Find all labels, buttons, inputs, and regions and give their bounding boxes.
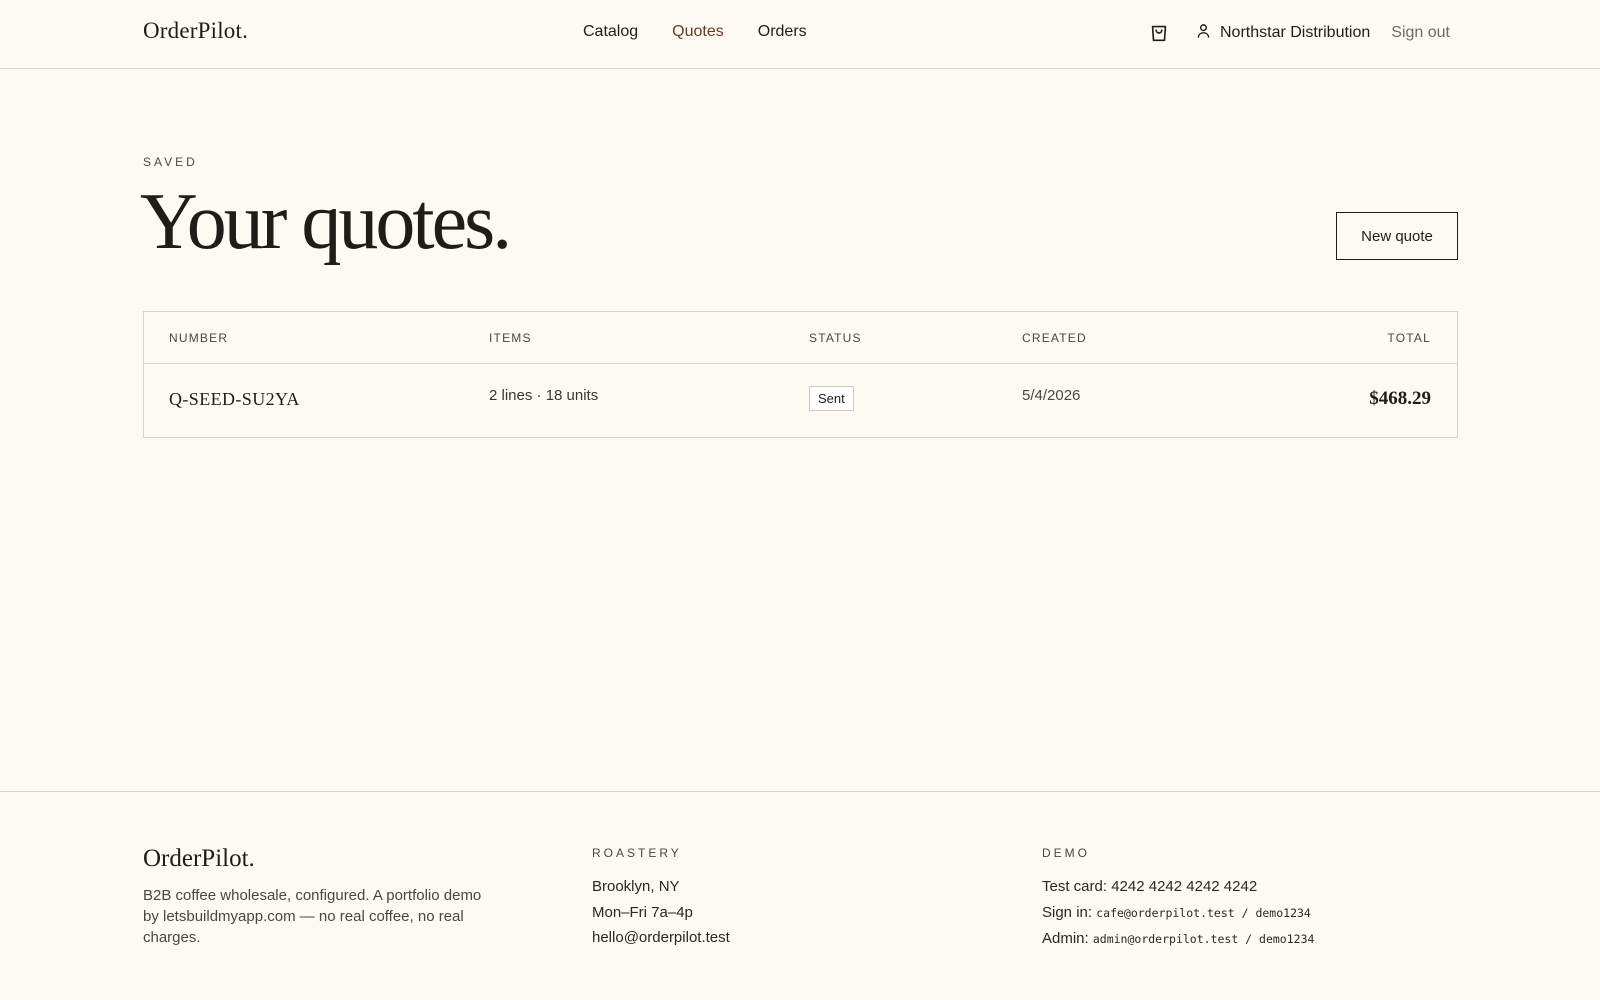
- status-badge: Sent: [809, 386, 854, 411]
- site-header: OrderPilot. Catalog Quotes Orders Norths…: [0, 0, 1600, 69]
- shopping-bag-icon[interactable]: [1148, 22, 1170, 44]
- demo-sign-in: Sign in: cafe@orderpilot.test / demo1234: [1042, 900, 1314, 927]
- page-title: Your quotes.: [140, 178, 512, 266]
- account-menu[interactable]: Northstar Distribution: [1196, 23, 1370, 43]
- column-header-number: NUMBER: [169, 331, 229, 345]
- quote-number[interactable]: Q-SEED-SU2YA: [169, 389, 300, 410]
- roastery-email[interactable]: hello@orderpilot.test: [592, 925, 730, 951]
- column-header-items: ITEMS: [489, 331, 532, 345]
- column-header-status: STATUS: [809, 331, 862, 345]
- footer-roastery: ROASTERY Brooklyn, NY Mon–Fri 7a–4p hell…: [592, 846, 730, 951]
- footer-tagline: B2B coffee wholesale, configured. A port…: [143, 887, 482, 946]
- footer-demo: DEMO Test card: 4242 4242 4242 4242 Sign…: [1042, 846, 1314, 953]
- column-header-created: CREATED: [1022, 331, 1087, 345]
- footer-brand: OrderPilot.: [143, 845, 255, 872]
- brand-logo[interactable]: OrderPilot.: [143, 18, 248, 44]
- demo-test-card: Test card: 4242 4242 4242 4242: [1042, 878, 1258, 895]
- demo-admin-label: Admin:: [1042, 930, 1089, 947]
- sign-out-link[interactable]: Sign out: [1391, 24, 1450, 42]
- account-name: Northstar Distribution: [1220, 24, 1371, 41]
- nav-catalog[interactable]: Catalog: [583, 23, 638, 41]
- quote-total: $468.29: [1369, 388, 1431, 409]
- new-quote-button[interactable]: New quote: [1336, 212, 1458, 260]
- user-icon: [1196, 23, 1211, 43]
- column-header-total: TOTAL: [1387, 331, 1431, 345]
- quote-items: 2 lines · 18 units: [489, 387, 599, 404]
- table-header: NUMBER ITEMS STATUS CREATED TOTAL: [144, 312, 1457, 364]
- demo-heading: DEMO: [1042, 846, 1090, 860]
- roastery-heading: ROASTERY: [592, 846, 682, 860]
- page-eyebrow: SAVED: [143, 155, 198, 169]
- quotes-table: NUMBER ITEMS STATUS CREATED TOTAL Q-SEED…: [143, 311, 1458, 438]
- nav-quotes[interactable]: Quotes: [672, 23, 724, 41]
- demo-admin: Admin: admin@orderpilot.test / demo1234: [1042, 926, 1314, 953]
- main-nav: Catalog Quotes Orders: [583, 23, 807, 41]
- header-actions: Northstar Distribution Sign out: [1148, 20, 1450, 46]
- roastery-hours: Mon–Fri 7a–4p: [592, 903, 693, 921]
- roastery-location: Brooklyn, NY: [592, 878, 680, 895]
- demo-sign-in-credentials: cafe@orderpilot.test / demo1234: [1096, 905, 1311, 920]
- site-footer: OrderPilot. B2B coffee wholesale, config…: [0, 791, 1600, 1000]
- quote-created-date: 5/4/2026: [1022, 387, 1081, 404]
- demo-admin-credentials: admin@orderpilot.test / demo1234: [1092, 932, 1315, 946]
- demo-sign-in-label: Sign in:: [1042, 903, 1093, 921]
- nav-orders[interactable]: Orders: [758, 23, 807, 41]
- table-row[interactable]: Q-SEED-SU2YA 2 lines · 18 units Sent 5/4…: [144, 364, 1457, 437]
